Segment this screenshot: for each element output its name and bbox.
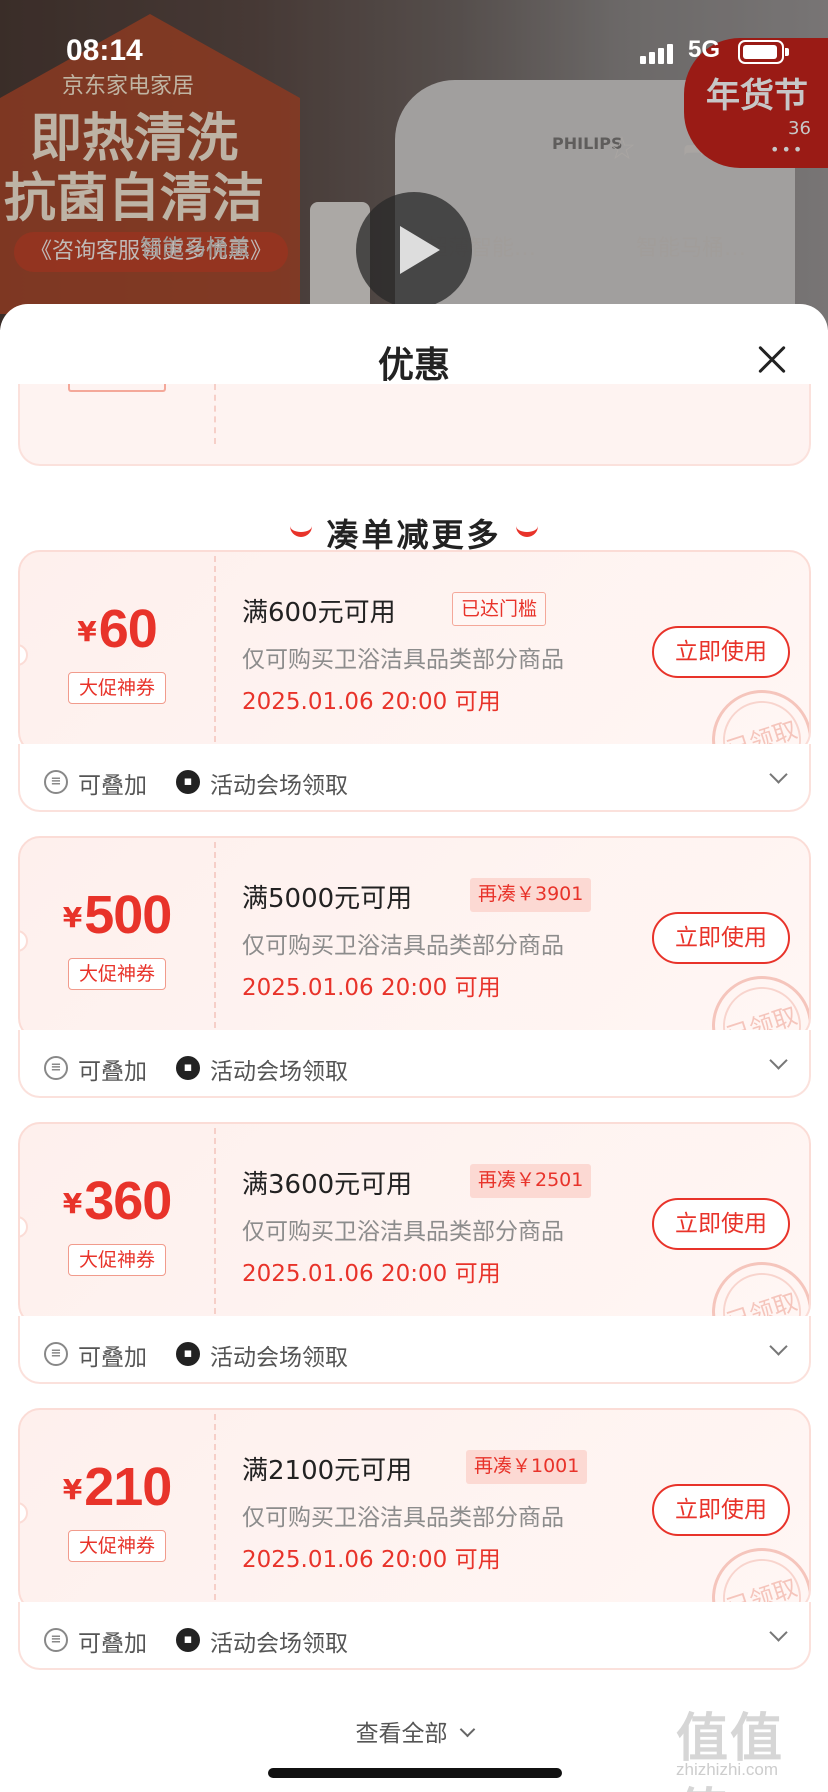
coupon-footer[interactable]: ≡ 可叠加 ▪ 活动会场领取 <box>18 744 811 812</box>
coupon-divider <box>214 556 216 752</box>
coupon-source: 活动会场领取 <box>210 773 348 799</box>
coupon-divider <box>214 1128 216 1324</box>
claimed-stamp: 已领取 <box>698 676 809 752</box>
stack-icon: ≡ <box>44 1628 68 1652</box>
chevron-down-icon[interactable] <box>769 765 788 784</box>
currency-symbol: ¥ <box>77 615 97 648</box>
stackable-label: 可叠加 <box>78 1059 147 1085</box>
coupon-scope: 仅可购买卫浴洁具品类部分商品 <box>242 1505 564 1531</box>
watermark-url: zhizhizhi.com <box>676 1760 779 1779</box>
stack-icon: ≡ <box>44 1342 68 1366</box>
coupon-source: 活动会场领取 <box>210 1345 348 1371</box>
ticket-icon: ▪ <box>176 1056 200 1080</box>
threshold-badge: 再凑￥2501 <box>470 1164 592 1198</box>
coupon-footer[interactable]: ≡ 可叠加 ▪ 活动会场领取 <box>18 1030 811 1098</box>
ticket-icon: ▪ <box>176 1342 200 1366</box>
smile-decoration-icon <box>515 526 538 537</box>
coupon-valid-time: 2025.01.06 20:00 可用 <box>242 1261 501 1287</box>
coupon-type-tag: 大促神券 <box>68 672 166 704</box>
smile-decoration-icon <box>290 526 313 537</box>
coupon-body: ¥210 大促神券 满2100元可用 再凑￥1001 仅可购买卫浴洁具品类部分商品 202… <box>18 1408 811 1612</box>
view-all-label: 查看全部 <box>355 1721 448 1747</box>
coupon-type-tag-partial <box>68 384 166 392</box>
coupon-amount: ¥500 <box>20 884 214 946</box>
coupon-type-tag: 大促神券 <box>68 1530 166 1562</box>
coupon-divider <box>214 842 216 1038</box>
home-indicator[interactable] <box>268 1768 562 1778</box>
coupon-card[interactable]: ¥500 大促神券 满5000元可用 再凑￥3901 仅可购买卫浴洁具品类部分商品 202… <box>18 836 811 1098</box>
chevron-down-icon <box>459 1721 475 1738</box>
threshold-badge: 再凑￥3901 <box>470 878 592 912</box>
battery-icon <box>738 40 789 64</box>
cellular-signal-icon <box>640 42 674 64</box>
coupon-valid-time: 2025.01.06 20:00 可用 <box>242 1547 501 1573</box>
coupon-footer[interactable]: ≡ 可叠加 ▪ 活动会场领取 <box>18 1316 811 1384</box>
network-type: 5G <box>688 36 721 63</box>
stackable-label: 可叠加 <box>78 1631 147 1657</box>
ticket-icon: ▪ <box>176 770 200 794</box>
coupon-divider <box>214 384 216 444</box>
coupon-card[interactable]: ¥210 大促神券 满2100元可用 再凑￥1001 仅可购买卫浴洁具品类部分商品 202… <box>18 1408 811 1670</box>
coupon-value: 500 <box>84 885 172 945</box>
coupon-body: ¥360 大促神券 满3600元可用 再凑￥2501 仅可购买卫浴洁具品类部分商品 202… <box>18 1122 811 1326</box>
use-now-button[interactable]: 立即使用 <box>652 626 790 678</box>
video-play-button[interactable] <box>356 192 472 308</box>
coupon-condition: 满5000元可用 <box>242 884 413 914</box>
currency-symbol: ¥ <box>62 1187 83 1220</box>
currency-symbol: ¥ <box>62 901 83 934</box>
coupon-scope: 仅可购买卫浴洁具品类部分商品 <box>242 1219 564 1245</box>
coupon-divider <box>214 1414 216 1610</box>
stackable-label: 可叠加 <box>78 1345 147 1371</box>
screen: 京东家电家居 即热清洗 抗菌自清洁 PHILIPS 《咨询客服领更多优惠》 智能… <box>0 0 828 1792</box>
coupon-amount: ¥360 <box>20 1170 214 1232</box>
coupon-card-partial <box>18 384 811 466</box>
claimed-stamp: 已领取 <box>698 962 809 1038</box>
coupon-condition: 满600元可用 <box>242 598 396 628</box>
stackable-label: 可叠加 <box>78 773 147 799</box>
coupon-valid-time: 2025.01.06 20:00 可用 <box>242 689 501 715</box>
claimed-stamp: 已领取 <box>698 1248 809 1324</box>
coupon-source: 活动会场领取 <box>210 1631 348 1657</box>
coupon-body: ¥60 大促神券 满600元可用 已达门槛仅可购买卫浴洁具品类部分商品 2025.01.… <box>18 550 811 754</box>
coupon-sheet: 优惠 凑单减更多 ¥60 大促神券 满600元可用 已达门槛仅可购买卫浴洁具品类部分商… <box>0 304 828 1792</box>
coupon-condition: 满3600元可用 <box>242 1170 413 1200</box>
coupon-type-tag: 大促神券 <box>68 958 166 990</box>
threshold-badge: 已达门槛 <box>452 592 547 626</box>
status-time: 08:14 <box>66 34 143 67</box>
coupon-body: ¥500 大促神券 满5000元可用 再凑￥3901 仅可购买卫浴洁具品类部分商品 202… <box>18 836 811 1040</box>
coupon-value: 360 <box>84 1171 172 1231</box>
coupon-value: 60 <box>98 599 158 659</box>
stack-icon: ≡ <box>44 770 68 794</box>
use-now-button[interactable]: 立即使用 <box>652 1198 790 1250</box>
ticket-icon: ▪ <box>176 1628 200 1652</box>
stack-icon: ≡ <box>44 1056 68 1080</box>
coupon-type-tag: 大促神券 <box>68 1244 166 1276</box>
status-bar: 08:14 5G <box>0 0 828 104</box>
chevron-down-icon[interactable] <box>769 1337 788 1356</box>
coupon-footer[interactable]: ≡ 可叠加 ▪ 活动会场领取 <box>18 1602 811 1670</box>
sheet-title: 优惠 <box>377 345 450 386</box>
coupon-condition: 满2100元可用 <box>242 1456 413 1486</box>
coupon-amount: ¥210 <box>20 1456 214 1518</box>
currency-symbol: ¥ <box>62 1473 83 1506</box>
claimed-stamp: 已领取 <box>698 1534 809 1610</box>
coupon-value: 210 <box>84 1457 172 1517</box>
close-icon[interactable] <box>752 340 792 380</box>
coupon-card[interactable]: ¥360 大促神券 满3600元可用 再凑￥2501 仅可购买卫浴洁具品类部分商品 202… <box>18 1122 811 1384</box>
section-heading-text: 凑单减更多 <box>326 516 502 554</box>
coupon-scope: 仅可购买卫浴洁具品类部分商品 <box>242 647 564 673</box>
chevron-down-icon[interactable] <box>769 1623 788 1642</box>
threshold-badge: 再凑￥1001 <box>466 1450 588 1484</box>
coupon-card[interactable]: ¥60 大促神券 满600元可用 已达门槛仅可购买卫浴洁具品类部分商品 2025.01.… <box>18 550 811 812</box>
coupon-scope: 仅可购买卫浴洁具品类部分商品 <box>242 933 564 959</box>
use-now-button[interactable]: 立即使用 <box>652 912 790 964</box>
coupon-amount: ¥60 <box>20 598 214 660</box>
coupon-valid-time: 2025.01.06 20:00 可用 <box>242 975 501 1001</box>
chevron-down-icon[interactable] <box>769 1051 788 1070</box>
coupon-source: 活动会场领取 <box>210 1059 348 1085</box>
use-now-button[interactable]: 立即使用 <box>652 1484 790 1536</box>
